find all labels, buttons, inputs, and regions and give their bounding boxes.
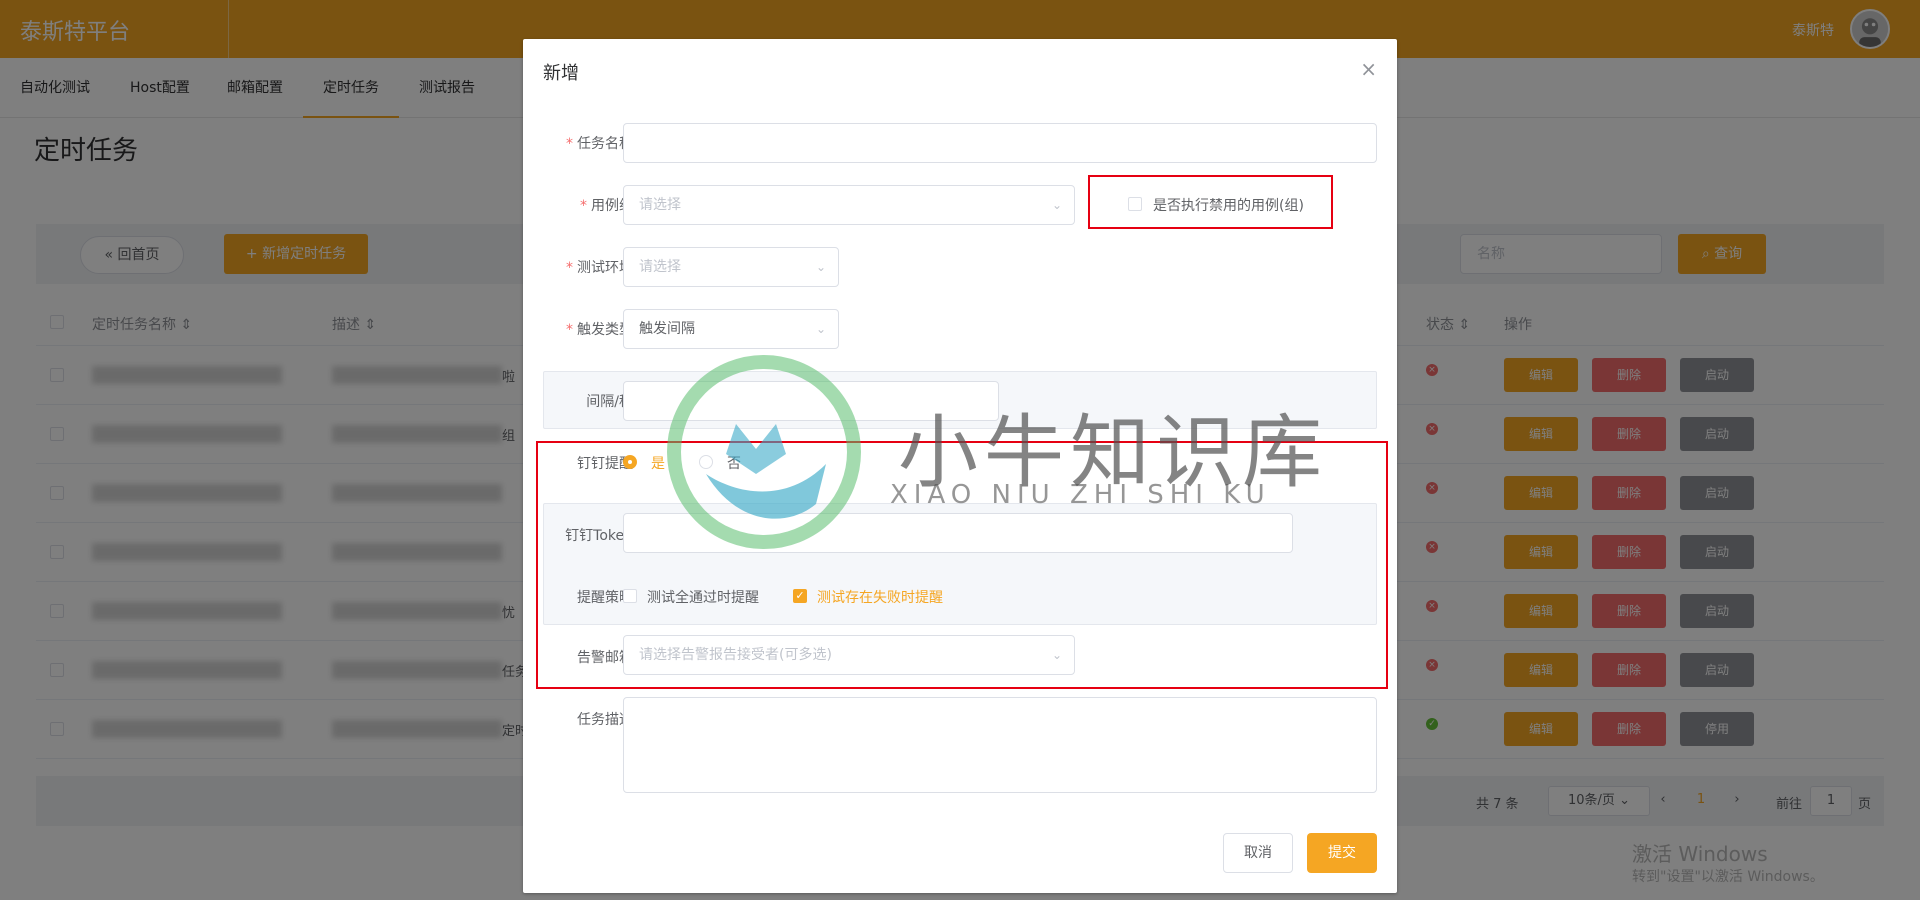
trigger-type-label: * 触发类型 bbox=[566, 322, 633, 338]
chevron-down-icon: ⌄ bbox=[1051, 198, 1062, 212]
has-fail-checkbox[interactable]: ✓ bbox=[793, 589, 807, 603]
env-select[interactable]: 请选择 ⌄ bbox=[623, 247, 839, 287]
alert-mail-label: 告警邮箱 bbox=[577, 650, 633, 666]
chevron-down-icon: ⌄ bbox=[1051, 648, 1062, 662]
description-label: 任务描述 bbox=[577, 712, 633, 728]
description-textarea[interactable] bbox=[623, 697, 1377, 793]
strategy-label: 提醒策略 bbox=[577, 590, 633, 606]
dingtalk-label: 钉钉提醒 bbox=[577, 456, 633, 472]
trigger-type-select[interactable]: 触发间隔 ⌄ bbox=[623, 309, 839, 349]
case-group-label: * 用例组 bbox=[580, 198, 633, 214]
disabled-cases-checkbox[interactable] bbox=[1128, 197, 1142, 211]
task-name-label: * 任务名称 bbox=[566, 136, 633, 152]
interval-label: 间隔/秒 bbox=[586, 394, 633, 410]
chevron-down-icon: ⌄ bbox=[815, 260, 826, 274]
disabled-cases-label: 是否执行禁用的用例(组) bbox=[1153, 198, 1304, 214]
all-pass-checkbox[interactable] bbox=[623, 589, 637, 603]
dingtalk-yes-label: 是 bbox=[651, 456, 665, 472]
case-group-select[interactable]: 请选择 ⌄ bbox=[623, 185, 1075, 225]
alert-mail-select[interactable]: 请选择告警报告接受者(可多选) ⌄ bbox=[623, 635, 1075, 675]
env-label: * 测试环境 bbox=[566, 260, 633, 276]
token-label: 钉钉Token bbox=[565, 528, 633, 544]
all-pass-label: 测试全通过时提醒 bbox=[647, 590, 759, 606]
chevron-down-icon: ⌄ bbox=[815, 322, 826, 336]
brand-watermark-logo-icon bbox=[667, 355, 861, 549]
cancel-button[interactable]: 取消 bbox=[1223, 833, 1293, 873]
dingtalk-yes-radio[interactable] bbox=[623, 455, 637, 469]
submit-button[interactable]: 提交 bbox=[1307, 833, 1377, 873]
close-icon[interactable]: × bbox=[1360, 57, 1377, 81]
brand-watermark-sub: XIAO NIU ZHI SHI KU bbox=[890, 480, 1271, 510]
task-name-input[interactable] bbox=[623, 123, 1377, 163]
dialog-title: 新增 bbox=[543, 63, 579, 84]
has-fail-label: 测试存在失败时提醒 bbox=[817, 590, 943, 606]
